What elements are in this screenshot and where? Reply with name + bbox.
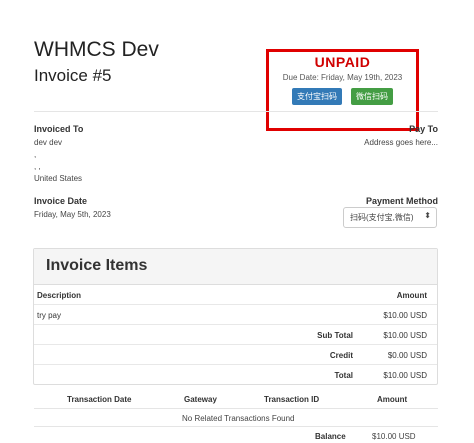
invoice-number: Invoice #5 <box>34 66 112 85</box>
credit-row: Credit $0.00 USD <box>34 345 437 365</box>
item-amount: $10.00 USD <box>383 311 427 320</box>
col-transaction-date: Transaction Date <box>67 395 132 404</box>
total-label: Total <box>334 371 353 380</box>
col-transaction-amount: Amount <box>377 395 408 404</box>
payment-method-selected: 扫码(支付宝,微信) <box>350 213 414 222</box>
col-transaction-id: Transaction ID <box>264 395 320 404</box>
header-divider <box>34 111 438 112</box>
client-country: United States <box>34 174 83 183</box>
col-description: Description <box>37 291 82 300</box>
subtotal-row: Sub Total $10.00 USD <box>34 325 437 345</box>
table-row: try pay $10.00 USD <box>34 305 437 325</box>
invoice-status-box: UNPAID Due Date: Friday, May 19th, 2023 … <box>266 49 419 131</box>
item-description: try pay <box>37 311 62 320</box>
invoice-items-title: Invoice Items <box>34 249 437 285</box>
pay-buttons: 支付宝扫码 微信扫码 <box>269 88 416 105</box>
subtotal-value: $10.00 USD <box>383 331 427 340</box>
col-amount: Amount <box>396 291 427 300</box>
total-row: Total $10.00 USD <box>34 365 437 385</box>
credit-value: $0.00 USD <box>387 351 427 360</box>
transactions-divider-bottom <box>34 426 438 427</box>
invoiced-to-label: Invoiced To <box>34 124 84 134</box>
invoice-date-label: Invoice Date <box>34 196 88 206</box>
invoice-date-value: Friday, May 5th, 2023 <box>34 210 111 219</box>
client-address-line: , <box>34 150 37 159</box>
alipay-scan-button[interactable]: 支付宝扫码 <box>292 88 342 105</box>
pay-to-label: Pay To <box>409 124 438 134</box>
company-name: WHMCS Dev <box>34 38 159 61</box>
pay-to-address: Address goes here... <box>364 138 438 147</box>
total-value: $10.00 USD <box>383 371 427 380</box>
payment-method-label: Payment Method <box>365 196 438 206</box>
payment-method-select[interactable]: 扫码(支付宝,微信) ⬍ <box>343 207 437 228</box>
select-arrows-icon: ⬍ <box>424 211 431 220</box>
items-header-row: Description Amount <box>34 285 437 305</box>
due-date: Due Date: Friday, May 19th, 2023 <box>282 73 403 82</box>
transactions-divider <box>34 408 438 409</box>
balance-value: $10.00 USD <box>372 432 416 441</box>
subtotal-label: Sub Total <box>317 331 353 340</box>
client-city-line: , , <box>34 162 41 171</box>
status-label: UNPAID <box>314 54 371 70</box>
wechat-scan-button[interactable]: 微信扫码 <box>351 88 393 105</box>
credit-label: Credit <box>329 351 353 360</box>
balance-label: Balance <box>315 432 346 441</box>
col-gateway: Gateway <box>184 395 217 404</box>
invoice-items-panel: Invoice Items Description Amount try pay… <box>33 248 438 385</box>
client-name: dev dev <box>34 138 63 147</box>
no-transactions-message: No Related Transactions Found <box>182 414 295 423</box>
